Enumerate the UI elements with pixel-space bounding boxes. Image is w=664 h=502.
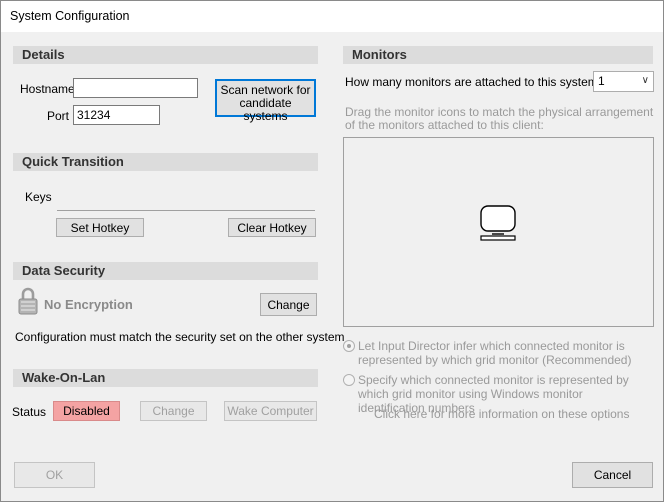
option-specify-radio[interactable] xyxy=(343,374,355,386)
wol-status-label: Status xyxy=(12,405,47,419)
monitor-arrangement-grid[interactable] xyxy=(343,137,654,327)
monitor-count-label: How many monitors are attached to this s… xyxy=(345,75,598,89)
quick-transition-header: Quick Transition xyxy=(13,153,318,171)
hostname-input[interactable] xyxy=(73,78,198,98)
security-change-button[interactable]: Change xyxy=(260,293,317,316)
chevron-down-icon: ∨ xyxy=(641,75,649,86)
monitor-count-value: 1 xyxy=(598,74,605,88)
hostname-label: Hostname xyxy=(20,82,75,96)
more-info-link[interactable]: Click here for more information on these… xyxy=(374,407,629,421)
encryption-status: No Encryption xyxy=(44,297,133,312)
keys-hotkey-field[interactable] xyxy=(57,210,315,211)
monitors-header: Monitors xyxy=(343,46,653,64)
system-configuration-window: System Configuration Details Hostname Po… xyxy=(0,0,664,502)
padlock-icon xyxy=(18,286,38,316)
set-hotkey-button[interactable]: Set Hotkey xyxy=(56,218,144,237)
security-note: Configuration must match the security se… xyxy=(15,330,345,344)
data-security-header: Data Security xyxy=(13,262,318,280)
clear-hotkey-button[interactable]: Clear Hotkey xyxy=(228,218,316,237)
option-infer-radio[interactable] xyxy=(343,340,355,352)
scan-network-button[interactable]: Scan network for candidate systems xyxy=(215,79,316,123)
wol-change-button[interactable]: Change xyxy=(140,401,207,421)
cancel-button[interactable]: Cancel xyxy=(572,462,653,488)
option-infer-label: Let Input Director infer which connected… xyxy=(358,339,632,367)
port-label: Port xyxy=(47,109,70,123)
monitor-count-select[interactable]: 1 ∨ xyxy=(593,71,654,92)
keys-label: Keys xyxy=(25,190,52,204)
monitor-instructions: Drag the monitor icons to match the phys… xyxy=(345,105,654,132)
monitor-icon[interactable] xyxy=(479,205,517,241)
wol-status-badge: Disabled xyxy=(53,401,120,421)
details-header: Details xyxy=(13,46,318,64)
ok-button[interactable]: OK xyxy=(14,462,95,488)
title-bar: System Configuration xyxy=(1,1,663,32)
wake-computer-button[interactable]: Wake Computer xyxy=(224,401,317,421)
port-input[interactable] xyxy=(73,105,160,125)
wake-on-lan-header: Wake-On-Lan xyxy=(13,369,318,387)
window-title: System Configuration xyxy=(10,9,130,23)
